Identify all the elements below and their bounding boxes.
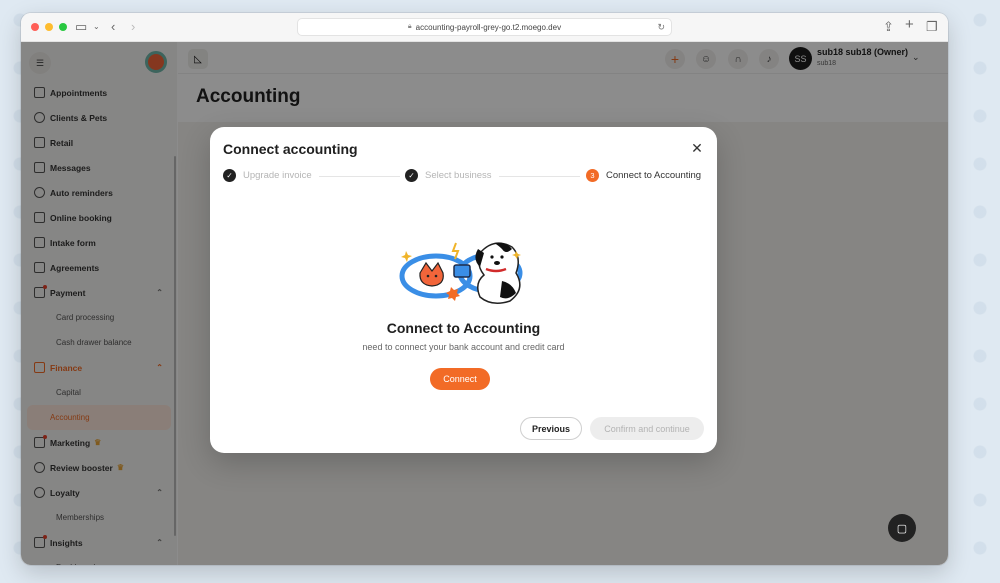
- close-window-button[interactable]: [31, 23, 39, 31]
- step-select-business: ✓ Select business: [405, 169, 492, 182]
- cat-dog-plug-illustration: [399, 242, 523, 304]
- step-label: Select business: [425, 170, 492, 181]
- url-text: accounting-payroll-grey-go.t2.moego.dev: [415, 22, 562, 32]
- hero-title: Connect to Accounting: [386, 320, 541, 336]
- step-number: 3: [586, 169, 599, 182]
- close-icon[interactable]: ✕: [689, 140, 705, 156]
- reload-icon[interactable]: ↻: [657, 22, 665, 33]
- hero-subtitle: need to connect your bank account and cr…: [362, 342, 565, 352]
- address-bar[interactable]: 🔒︎ accounting-payroll-grey-go.t2.moego.d…: [297, 18, 672, 36]
- step-upgrade-invoice: ✓ Upgrade invoice: [223, 169, 312, 182]
- chat-support-button[interactable]: ▢: [888, 514, 916, 542]
- check-icon: ✓: [223, 169, 236, 182]
- tab-overview-icon[interactable]: ❐: [926, 19, 938, 35]
- stepper: ✓ Upgrade invoice ✓ Select business 3 Co…: [223, 169, 704, 183]
- connect-button[interactable]: Connect: [430, 368, 490, 390]
- chevron-down-icon[interactable]: ⌄: [93, 19, 100, 35]
- chat-icon: ▢: [896, 522, 908, 535]
- step-connector: [499, 176, 580, 177]
- connect-accounting-modal: Connect accounting ✕ ✓ Upgrade invoice ✓…: [210, 127, 717, 453]
- confirm-continue-button[interactable]: Confirm and continue: [590, 417, 704, 440]
- step-connector: [319, 176, 400, 177]
- lock-icon: 🔒︎: [407, 23, 412, 30]
- window-controls: [31, 23, 67, 31]
- zoom-window-button[interactable]: [59, 23, 67, 31]
- step-connect-accounting: 3 Connect to Accounting: [586, 169, 701, 182]
- share-icon[interactable]: ⇪: [883, 19, 894, 35]
- sidebar-toggle-icon[interactable]: ▭: [75, 19, 87, 35]
- check-icon: ✓: [405, 169, 418, 182]
- back-icon[interactable]: ‹: [111, 19, 115, 35]
- forward-icon[interactable]: ›: [131, 19, 135, 35]
- minimize-window-button[interactable]: [45, 23, 53, 31]
- modal-title: Connect accounting: [223, 141, 358, 157]
- previous-button[interactable]: Previous: [520, 417, 582, 440]
- browser-toolbar: ▭ ⌄ ‹ › 🔒︎ accounting-payroll-grey-go.t2…: [21, 13, 948, 42]
- step-label: Connect to Accounting: [606, 170, 702, 181]
- step-label: Upgrade invoice: [243, 170, 312, 181]
- new-tab-icon[interactable]: +: [905, 17, 914, 33]
